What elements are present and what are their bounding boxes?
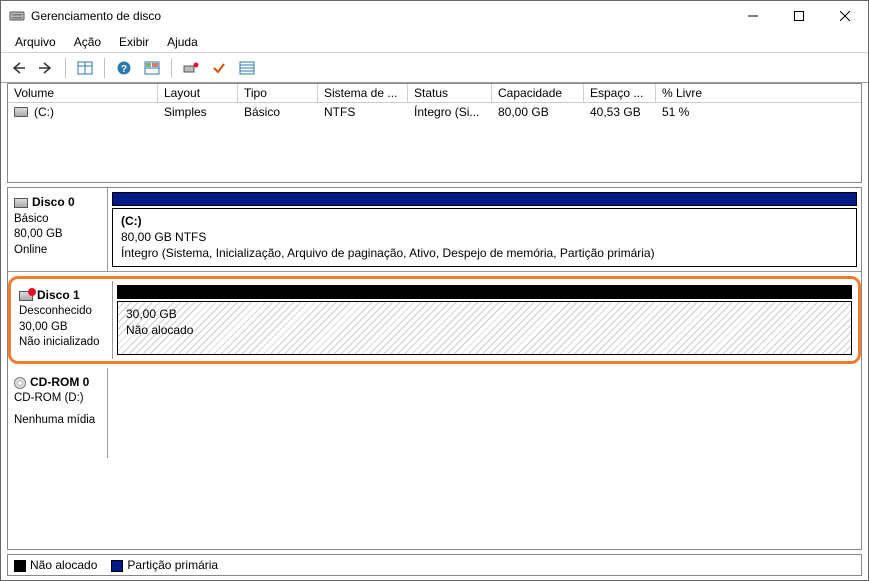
content-area: Volume Layout Tipo Sistema de ... Status… [1, 83, 868, 580]
cdrom-title: CD-ROM 0 [30, 375, 89, 389]
cdrom-info: CD-ROM 0 CD-ROM (D:) Nenhuma mídia [8, 368, 108, 458]
disk1-type: Desconhecido [19, 304, 106, 320]
disk0-part-line2: 80,00 GB NTFS [121, 230, 206, 244]
disk1-unallocated[interactable]: 30,00 GB Não alocado [117, 301, 852, 355]
volume-list[interactable]: Volume Layout Tipo Sistema de ... Status… [7, 83, 862, 183]
legend-swatch-blue [111, 560, 123, 572]
volume-list-header: Volume Layout Tipo Sistema de ... Status… [8, 84, 861, 103]
disk0-part-label: (C:) [121, 214, 142, 228]
disk0-size: 80,00 GB [14, 227, 101, 243]
toolbar-separator [171, 58, 172, 78]
cd-icon [14, 377, 26, 389]
help-button[interactable]: ? [113, 57, 135, 79]
disk1-title: Disco 1 [37, 288, 80, 302]
disk0-partitions: document.currentScript.previousElementSi… [108, 188, 861, 271]
forward-button[interactable] [35, 57, 57, 79]
disk1-highlight: Disco 1 Desconhecido 30,00 GB Não inicia… [8, 276, 861, 364]
disk1-part-line2: Não alocado [126, 323, 193, 337]
cdrom-partitions [108, 368, 861, 458]
toolbar-separator [65, 58, 66, 78]
action-button[interactable] [180, 57, 202, 79]
window-controls [730, 1, 868, 31]
disk1-part-bar [117, 285, 852, 299]
disk-error-icon [19, 291, 33, 301]
minimize-button[interactable] [730, 1, 776, 31]
menu-ajuda[interactable]: Ajuda [159, 33, 206, 51]
cell-fs: NTFS [318, 103, 408, 121]
maximize-button[interactable] [776, 1, 822, 31]
graphical-view[interactable]: Disco 0 Básico 80,00 GB Online document.… [7, 187, 862, 550]
cell-status: Íntegro (Si... [408, 103, 492, 121]
disk1-state: Não inicializado [19, 335, 106, 351]
toolbar-separator [104, 58, 105, 78]
toolbar: ? [1, 53, 868, 83]
checkmark-icon[interactable] [208, 57, 230, 79]
disk-icon [14, 198, 28, 208]
view-list-button[interactable] [74, 57, 96, 79]
disk1-info: Disco 1 Desconhecido 30,00 GB Não inicia… [13, 281, 113, 359]
legend-primary: Partição primária [111, 558, 218, 572]
cell-volume: (C:) [8, 103, 158, 121]
volume-row[interactable]: (C:) Simples Básico NTFS Íntegro (Si... … [8, 103, 861, 121]
menubar: Arquivo Ação Exibir Ajuda [1, 31, 868, 53]
cdrom-state: Nenhuma mídia [14, 413, 101, 429]
disk0-type: Básico [14, 212, 101, 228]
svg-text:?: ? [121, 64, 127, 75]
disk0-title: Disco 0 [32, 195, 75, 209]
legend-unallocated: Não alocado [14, 558, 97, 572]
menu-arquivo[interactable]: Arquivo [7, 33, 64, 51]
disk1-size: 30,00 GB [19, 320, 106, 336]
menu-exibir[interactable]: Exibir [111, 33, 157, 51]
legend-swatch-black [14, 560, 26, 572]
cell-tipo: Básico [238, 103, 318, 121]
disk0-part-line3: Íntegro (Sistema, Inicialização, Arquivo… [121, 246, 655, 260]
disk1-part-line1: 30,00 GB [126, 307, 177, 321]
legend: Não alocado Partição primária [7, 554, 862, 576]
cdrom-type: CD-ROM (D:) [14, 391, 101, 407]
disk0-state: Online [14, 243, 101, 259]
cdrom-row[interactable]: CD-ROM 0 CD-ROM (D:) Nenhuma mídia [8, 368, 861, 458]
col-livre[interactable]: % Livre [656, 84, 861, 102]
col-status[interactable]: Status [408, 84, 492, 102]
col-capacidade[interactable]: Capacidade [492, 84, 584, 102]
col-volume[interactable]: Volume [8, 84, 158, 102]
back-button[interactable] [7, 57, 29, 79]
col-tipo[interactable]: Tipo [238, 84, 318, 102]
disk0-partition-c[interactable]: (C:) 80,00 GB NTFS Íntegro (Sistema, Ini… [112, 208, 857, 267]
disk0-row[interactable]: Disco 0 Básico 80,00 GB Online document.… [8, 188, 861, 272]
col-layout[interactable]: Layout [158, 84, 238, 102]
volume-name: (C:) [34, 105, 54, 119]
close-button[interactable] [822, 1, 868, 31]
cell-layout: Simples [158, 103, 238, 121]
col-espaco[interactable]: Espaço ... [584, 84, 656, 102]
menu-acao[interactable]: Ação [66, 33, 109, 51]
window-title: Gerenciamento de disco [31, 9, 730, 23]
cell-pct: 51 % [656, 103, 861, 121]
drive-icon [14, 107, 28, 117]
settings-view-button[interactable] [236, 57, 258, 79]
disk0-part-bar [112, 192, 857, 206]
cell-free: 40,53 GB [584, 103, 656, 121]
titlebar[interactable]: Gerenciamento de disco [1, 1, 868, 31]
app-icon [9, 8, 25, 24]
disk1-row[interactable]: Disco 1 Desconhecido 30,00 GB Não inicia… [13, 281, 856, 359]
disk0-info: Disco 0 Básico 80,00 GB Online [8, 188, 108, 271]
disk-management-window: Gerenciamento de disco Arquivo Ação Exib… [0, 0, 869, 581]
cell-cap: 80,00 GB [492, 103, 584, 121]
disk1-partitions: 30,00 GB Não alocado [113, 281, 856, 359]
col-sistema[interactable]: Sistema de ... [318, 84, 408, 102]
view-graphical-button[interactable] [141, 57, 163, 79]
